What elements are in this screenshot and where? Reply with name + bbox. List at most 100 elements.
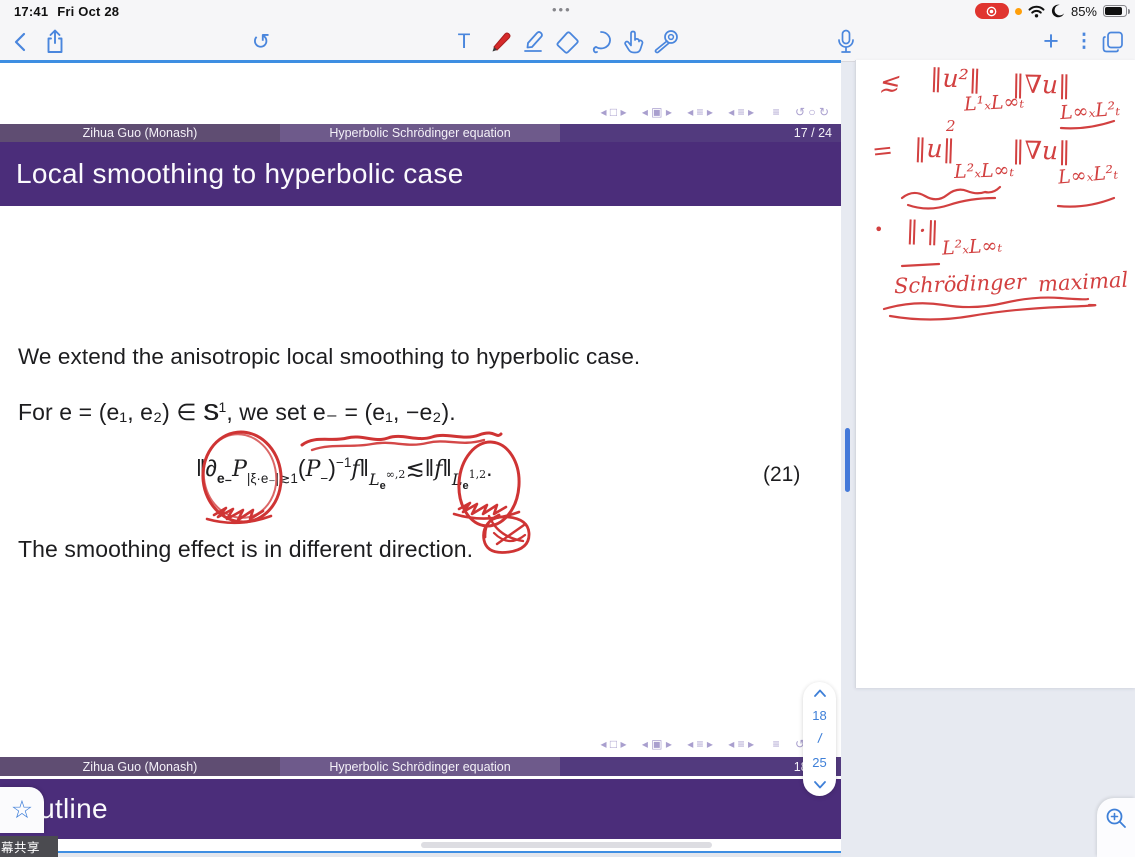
pen-tool-button[interactable]	[484, 22, 514, 61]
goodnotes-app-screen: 17:41 Fri Oct 28 •••	[0, 0, 1135, 857]
home-indicator[interactable]	[421, 842, 712, 848]
status-time-date: 17:41 Fri Oct 28	[14, 4, 119, 19]
eq-dsub: e₋	[217, 470, 232, 486]
battery-nub	[1128, 9, 1131, 14]
footline-page-number: 18 / 24	[560, 757, 841, 776]
share-icon	[45, 29, 65, 54]
p2-prefix: For e = (e₁, e₂) ∈	[18, 399, 203, 425]
plus-icon: +	[1043, 28, 1059, 55]
note-l2-exponent: 2	[946, 117, 956, 135]
p2-blackboard-s: S	[203, 399, 218, 425]
pointing-hand-icon	[621, 29, 646, 55]
beamer-nav-symbols-next: ◂ □ ▸ ◂ ▣ ▸ ◂ ≡ ▸ ◂ ≡ ▸ ≡ ↺ ○ ↻	[509, 735, 829, 752]
slide-frametitle: Local smoothing to hyperbolic case	[0, 142, 841, 206]
zoom-in-icon	[1105, 807, 1127, 829]
top-chrome: 17:41 Fri Oct 28 •••	[0, 0, 1135, 62]
eq-L2-sup: 1,2	[469, 468, 487, 481]
eq-norm-close: ‖	[360, 455, 370, 481]
equation-21: ‖∂e₋P|ξ·e₋|≳1(P−)−1f‖Le∞,2≲‖f‖Le1,2.	[196, 455, 493, 482]
eq-f: f	[351, 457, 359, 482]
lasso-tool-button[interactable]	[586, 22, 616, 61]
note-l1-sub2: L∞ₓL²ₜ	[1059, 98, 1120, 124]
note-schrodinger: Schrödinger	[894, 270, 1027, 299]
slide-paragraph-1: We extend the anisotropic local smoothin…	[18, 344, 640, 370]
note-l2-rel: =	[871, 135, 895, 166]
footline-author: Zihua Guo (Monash)	[0, 757, 280, 776]
highlighter-tool-button[interactable]	[518, 22, 548, 61]
chevron-left-icon	[14, 32, 26, 52]
beamer-nav-symbols: ◂ □ ▸ ◂ ▣ ▸ ◂ ≡ ▸ ◂ ≡ ▸ ≡ ↺ ○ ↻	[509, 103, 829, 120]
text-tool-button[interactable]: T	[450, 22, 478, 61]
screen-share-badge[interactable]: 幕共享	[0, 836, 58, 857]
date-text: Fri Oct 28	[57, 4, 119, 19]
eq-L2-sub: e	[463, 480, 469, 492]
text-tool-icon: T	[458, 30, 471, 54]
current-page-number: 18	[812, 709, 826, 722]
status-more-dots[interactable]: •••	[552, 2, 572, 17]
page-navigator: 18 / 25	[803, 682, 836, 796]
note-maximal: maximal	[1037, 268, 1128, 297]
p2-suffix: , we set e₋ = (e₁, −e₂).	[226, 399, 455, 425]
do-not-disturb-moon-icon	[1051, 4, 1065, 18]
microphone-icon	[837, 29, 855, 55]
page-up-button[interactable]	[814, 689, 826, 697]
favorite-bookmark-tab[interactable]: ☆	[0, 787, 44, 833]
eq-L1-sub: e	[380, 480, 386, 492]
document-canvas[interactable]: ◂ □ ▸ ◂ ▣ ▸ ◂ ≡ ▸ ◂ ≡ ▸ ≡ ↺ ○ ↻ Zihua Gu…	[0, 63, 841, 853]
eq-L1-sup: ∞,2	[386, 468, 406, 481]
eraser-icon	[555, 30, 580, 54]
magnifier-tab[interactable]	[1097, 798, 1135, 857]
screen-share-border-bottom	[0, 851, 841, 853]
add-page-button[interactable]: +	[1036, 22, 1066, 61]
note-l2-sub1: L²ₓL∞ₜ	[954, 159, 1015, 183]
pages-icon	[1101, 30, 1125, 54]
toolbar: ↺ T	[0, 22, 1135, 61]
eq-L-space-1: Le∞,2	[369, 470, 405, 489]
slide18-footline: Zihua Guo (Monash) Hyperbolic Schrödinge…	[0, 757, 841, 776]
next-slide-frametitle: Outline	[0, 779, 841, 839]
undo-button[interactable]: ↺	[246, 22, 276, 61]
audio-record-button[interactable]	[833, 22, 859, 61]
kebab-menu-icon: ⋮	[1075, 32, 1094, 51]
note-l2-norm1: ‖u‖	[914, 133, 956, 163]
eq-L1: L	[369, 470, 380, 489]
eq-L-space-2: Le1,2	[452, 470, 486, 489]
eq-norm2-open: ‖	[425, 455, 435, 481]
eq-lesssim: ≲	[405, 455, 424, 481]
eq-norm-open: ‖∂	[196, 455, 217, 481]
elements-tool-button[interactable]	[650, 22, 682, 61]
vertical-scrollbar[interactable]	[845, 428, 850, 492]
share-button[interactable]	[40, 22, 70, 61]
lasso-icon	[589, 29, 614, 54]
eraser-tool-button[interactable]	[552, 22, 582, 61]
note-bullet: •	[874, 220, 883, 239]
screen-share-border-top	[0, 60, 841, 63]
pointer-tool-button[interactable]	[618, 22, 648, 61]
note-l2-sub2: L∞ₓL²ₜ	[1057, 161, 1119, 188]
note-lesssim: ≲	[877, 67, 900, 97]
clock-text: 17:41	[14, 4, 48, 19]
note-ink-strokes	[856, 60, 1135, 688]
status-bar: 17:41 Fri Oct 28 •••	[0, 0, 1135, 22]
eq-inverse-sup: −1	[336, 455, 351, 470]
slide17-footline: Zihua Guo (Monash) Hyperbolic Schrödinge…	[0, 124, 841, 142]
star-icon: ☆	[11, 798, 33, 823]
page-down-button[interactable]	[814, 781, 826, 789]
note-l1-norm2: ‖∇u‖	[1012, 69, 1071, 99]
more-options-button[interactable]: ⋮	[1072, 22, 1096, 61]
page-overview-button[interactable]	[1098, 22, 1128, 61]
slide-paragraph-2: For e = (e₁, e₂) ∈ S1, we set e₋ = (e₁, …	[18, 399, 456, 426]
undo-icon: ↺	[252, 31, 270, 53]
screen-recording-indicator[interactable]	[975, 3, 1009, 19]
equation-number: (21)	[763, 463, 800, 487]
microphone-active-dot	[1015, 8, 1022, 15]
note-l1-norm1: ‖u²‖	[930, 63, 982, 94]
back-button[interactable]	[8, 22, 32, 61]
total-page-number: 25	[812, 756, 826, 769]
battery-percent-text: 85%	[1071, 4, 1097, 19]
page-slash: /	[817, 733, 822, 745]
slide-paragraph-3: The smoothing effect is in different dir…	[18, 536, 473, 563]
handwritten-notes-page[interactable]: ≲ ‖u²‖ L¹ₓL∞ₜ ‖∇u‖ L∞ₓL²ₜ = 2 ‖u‖ L²ₓL∞ₜ…	[855, 60, 1135, 688]
eq-norm2-close: ‖	[442, 455, 452, 481]
battery-fill	[1105, 7, 1122, 15]
